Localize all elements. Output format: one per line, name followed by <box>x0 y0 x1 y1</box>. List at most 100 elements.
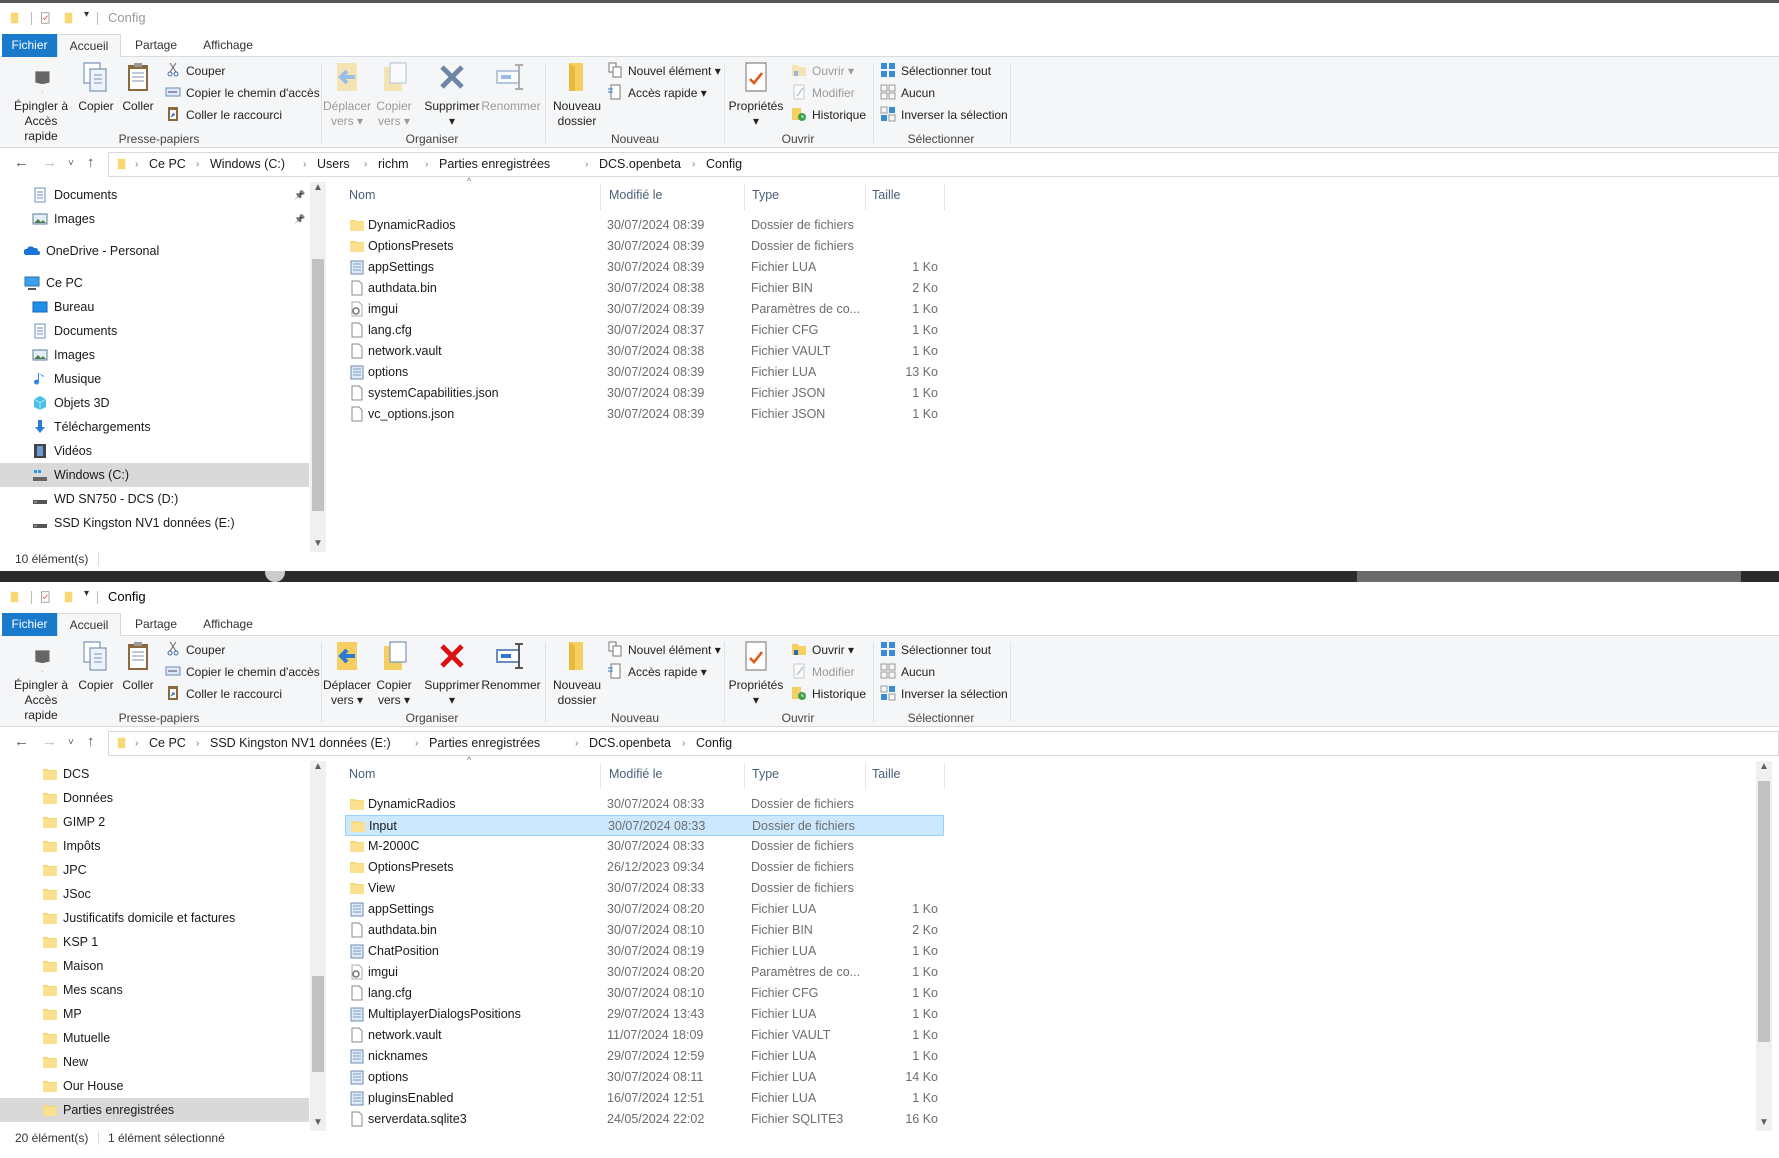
up-button[interactable]: ↑ <box>87 733 95 750</box>
address-bar[interactable]: › Ce PC › Windows (C:) › Users › richm › Parties … <box>108 152 1779 177</box>
customize-toolbar-chevron-icon[interactable]: ▾ <box>84 9 89 20</box>
copy-path-button[interactable]: Copier le chemin d'accès <box>165 662 320 682</box>
breadcrumb-6[interactable]: Config <box>706 157 742 171</box>
edit-button[interactable]: Modifier <box>791 83 855 103</box>
file-row[interactable]: appSettings 30/07/2024 08:39 Fichier LUA 1 … <box>345 257 944 278</box>
file-row[interactable]: OptionsPresets 30/07/2024 08:39 Dossier de… <box>345 236 944 257</box>
properties-button[interactable]: Propriétés ▾ <box>724 61 788 129</box>
nav-item[interactable]: Téléchargements <box>0 415 309 439</box>
select-all-button[interactable]: Sélectionner tout <box>880 640 991 660</box>
tab-file[interactable]: Fichier <box>2 34 57 57</box>
breadcrumb-4[interactable]: Parties enregistrées <box>439 157 550 171</box>
recent-locations-button[interactable]: ˅ <box>68 158 74 169</box>
nav-item[interactable]: Windows (C:) <box>0 463 309 487</box>
column-divider[interactable] <box>600 763 601 789</box>
paste-button[interactable]: Coller <box>106 61 170 114</box>
nav-item[interactable]: Parties enregistrées <box>0 1098 309 1122</box>
tab-view[interactable]: Affichage <box>192 34 264 57</box>
tab-share[interactable]: Partage <box>124 34 188 57</box>
forward-button[interactable]: → <box>42 733 57 750</box>
new-item-button[interactable]: Nouvel élément ▾ <box>607 61 721 81</box>
select-all-button[interactable]: Sélectionner tout <box>880 61 991 81</box>
nav-item[interactable]: MP <box>0 1002 309 1026</box>
column-divider[interactable] <box>600 184 601 210</box>
file-row[interactable]: options 30/07/2024 08:39 Fichier LUA 13 Ko <box>345 362 944 383</box>
breadcrumb-4[interactable]: Config <box>696 736 732 750</box>
nav-item[interactable]: Objets 3D <box>0 391 309 415</box>
column-header-size[interactable]: Taille <box>872 767 901 781</box>
column-header-size[interactable]: Taille <box>872 188 901 202</box>
column-divider[interactable] <box>744 184 745 210</box>
select-none-button[interactable]: Aucun <box>880 662 935 682</box>
invert-selection-button[interactable]: Inverser la sélection <box>880 105 1008 125</box>
file-row[interactable]: appSettings 30/07/2024 08:20 Fichier LUA 1 … <box>345 899 944 920</box>
file-row[interactable]: nicknames 29/07/2024 12:59 Fichier LUA 1 Ko <box>345 1046 944 1067</box>
tab-view[interactable]: Affichage <box>192 613 264 636</box>
column-header-modified[interactable]: Modifié le <box>609 767 663 781</box>
easy-access-button[interactable]: Accès rapide ▾ <box>607 662 707 682</box>
nav-item[interactable]: Ce PC <box>0 271 309 295</box>
file-row[interactable]: View 30/07/2024 08:33 Dossier de fichiers <box>345 878 944 899</box>
nav-item[interactable]: Mes scans <box>0 978 309 1002</box>
scroll-up-arrow[interactable]: ▲ <box>310 182 326 193</box>
rename-button[interactable]: Renommer <box>479 61 543 114</box>
file-row[interactable]: imgui 30/07/2024 08:20 Paramètres de co...… <box>345 962 944 983</box>
nav-item[interactable]: SSD Kingston NV1 données (E:) <box>0 511 309 535</box>
file-row[interactable]: DynamicRadios 30/07/2024 08:39 Dossier de … <box>345 215 944 236</box>
nav-item[interactable]: New <box>0 1050 309 1074</box>
cut-button[interactable]: Couper <box>165 61 225 81</box>
file-row[interactable]: imgui 30/07/2024 08:39 Paramètres de co...… <box>345 299 944 320</box>
scroll-down-arrow[interactable]: ▼ <box>310 1117 326 1128</box>
column-header-type[interactable]: Type <box>752 767 779 781</box>
edit-button[interactable]: Modifier <box>791 662 855 682</box>
scroll-down-arrow[interactable]: ▼ <box>310 538 326 549</box>
address-bar[interactable]: › Ce PC › SSD Kingston NV1 données (E:) › Par… <box>108 731 1779 756</box>
breadcrumb-3[interactable]: richm <box>378 157 409 171</box>
nav-item[interactable]: JPC <box>0 858 309 882</box>
new-item-button[interactable]: Nouvel élément ▾ <box>607 640 721 660</box>
cut-button[interactable]: Couper <box>165 640 225 660</box>
invert-selection-button[interactable]: Inverser la sélection <box>880 684 1008 704</box>
scroll-down-arrow[interactable]: ▼ <box>1756 1117 1772 1128</box>
recent-locations-button[interactable]: ˅ <box>68 737 74 748</box>
column-divider[interactable] <box>865 763 866 789</box>
file-row[interactable]: network.vault 30/07/2024 08:38 Fichier VAU… <box>345 341 944 362</box>
breadcrumb-3[interactable]: DCS.openbeta <box>589 736 671 750</box>
paste-button[interactable]: Coller <box>106 640 170 693</box>
history-button[interactable]: Historique <box>791 105 866 125</box>
file-row[interactable]: lang.cfg 30/07/2024 08:37 Fichier CFG 1 Ko <box>345 320 944 341</box>
file-row[interactable]: MultiplayerDialogsPositions 29/07/2024 13… <box>345 1004 944 1025</box>
nav-item[interactable]: Our House <box>0 1074 309 1098</box>
nav-item[interactable]: Maison <box>0 954 309 978</box>
scroll-up-arrow[interactable]: ▲ <box>310 761 326 772</box>
nav-item[interactable]: OneDrive - Personal <box>0 239 309 263</box>
nav-item[interactable]: Musique <box>0 367 309 391</box>
tab-home[interactable]: Accueil <box>57 613 121 637</box>
nav-scrollbar[interactable]: ▲ ▼ <box>310 761 326 1131</box>
nav-item[interactable]: Justificatifs domicile et factures <box>0 906 309 930</box>
easy-access-button[interactable]: Accès rapide ▾ <box>607 83 707 103</box>
scroll-up-arrow[interactable]: ▲ <box>1756 761 1772 772</box>
open-button[interactable]: Ouvrir ▾ <box>791 640 854 660</box>
column-divider[interactable] <box>944 184 945 210</box>
up-button[interactable]: ↑ <box>87 154 95 171</box>
column-header-name[interactable]: Nom <box>349 767 375 781</box>
nav-item[interactable]: Documents 📌 <box>0 183 309 207</box>
column-divider[interactable] <box>865 184 866 210</box>
nav-item[interactable]: KSP 1 <box>0 930 309 954</box>
file-row[interactable]: M-2000C 30/07/2024 08:33 Dossier de fichie… <box>345 836 944 857</box>
tab-share[interactable]: Partage <box>124 613 188 636</box>
breadcrumb-5[interactable]: DCS.openbeta <box>599 157 681 171</box>
file-row[interactable]: authdata.bin 30/07/2024 08:38 Fichier BIN 2… <box>345 278 944 299</box>
file-row[interactable]: vc_options.json 30/07/2024 08:39 Fichier J… <box>345 404 944 425</box>
scrollbar-thumb[interactable] <box>1758 781 1770 1042</box>
file-row[interactable]: authdata.bin 30/07/2024 08:10 Fichier BIN 2… <box>345 920 944 941</box>
column-header-modified[interactable]: Modifié le <box>609 188 663 202</box>
file-row[interactable]: ChatPosition 30/07/2024 08:19 Fichier LUA 1… <box>345 941 944 962</box>
new-folder-button[interactable]: Nouveau dossier <box>545 640 609 708</box>
file-row[interactable]: systemCapabilities.json 30/07/2024 08:39 F… <box>345 383 944 404</box>
select-none-button[interactable]: Aucun <box>880 83 935 103</box>
file-row[interactable]: network.vault 11/07/2024 18:09 Fichier VAU… <box>345 1025 944 1046</box>
file-row[interactable]: serverdata.sqlite3 24/05/2024 22:02 Fichie… <box>345 1109 944 1130</box>
nav-item[interactable]: Bureau <box>0 295 309 319</box>
